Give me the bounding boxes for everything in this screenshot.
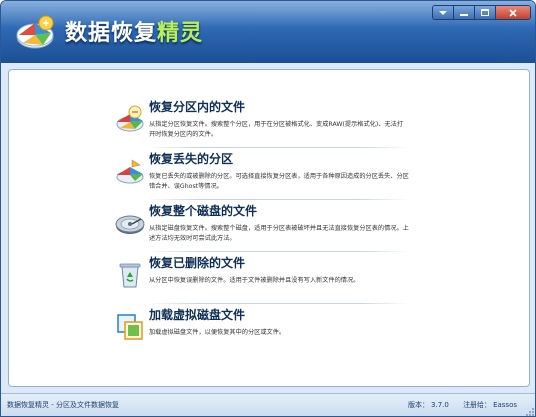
minimize-icon [460, 13, 468, 16]
divider [147, 303, 409, 304]
close-button[interactable] [495, 6, 530, 19]
main-panel: 恢复分区内的文件 从指定分区恢复文件。搜索整个分区，用于在分区被格式化、变成RA… [8, 69, 530, 387]
window-controls [432, 5, 531, 20]
menu-item-description: 加载虚拟磁盘文件，以便恢复其中的分区或文件。 [149, 329, 286, 336]
status-bar: 数据恢复精灵 - 分区及文件数据恢复 版本： 3.7.0 注册给： Eassos [1, 393, 535, 417]
menu-item-description: 从指定磁盘恢复文件。搜索整个磁盘，适用于分区表被破坏并且无法直接恢复分区表的情况… [149, 225, 409, 242]
status-version-info: 版本： 3.7.0 注册给： Eassos [406, 400, 517, 410]
divider [147, 199, 409, 200]
menu-item-recover-lost-partition[interactable]: 恢复丢失的分区 恢复已丢失的或被删除的分区。可选择直接恢复分区表，适用于各种原因… [116, 152, 409, 192]
registered-value: Eassos [493, 401, 517, 409]
menu-item-title: 恢复分区内的文件 [149, 100, 246, 114]
divider [147, 251, 409, 252]
version-label: 版本： [408, 401, 430, 409]
partition-files-icon [116, 105, 144, 132]
title-bar[interactable]: 数据恢复精灵 [1, 1, 535, 63]
menu-item-recover-deleted-files[interactable]: 恢复已删除的文件 从分区中恢复误删除的文件。适用于文件被删除并且没有写入新文件的… [119, 256, 409, 288]
menu-item-recover-whole-disk[interactable]: 恢复整个磁盘的文件 从指定磁盘恢复文件。搜索整个磁盘，适用于分区表被破坏并且无法… [115, 204, 409, 244]
lost-partition-icon [116, 159, 144, 184]
divider [147, 147, 409, 148]
recycle-bin-icon [119, 263, 141, 288]
dropdown-arrow-icon [439, 10, 447, 15]
menu-item-recover-partition-files[interactable]: 恢复分区内的文件 从指定分区恢复文件。搜索整个分区，用于在分区被格式化、变成RA… [116, 100, 409, 140]
menu-button[interactable] [433, 6, 453, 19]
app-title-accent: 精灵 [157, 21, 204, 46]
menu-item-title: 恢复整个磁盘的文件 [149, 204, 258, 218]
resize-grip-icon[interactable] [525, 407, 535, 417]
registered-label: 注册给： [463, 401, 492, 409]
app-logo-icon [16, 15, 54, 49]
virtual-disk-icon [117, 314, 143, 340]
status-app-description: 数据恢复精灵 - 分区及文件数据恢复 [7, 401, 119, 409]
menu-item-title: 恢复丢失的分区 [149, 152, 234, 166]
whole-disk-icon [115, 215, 145, 234]
menu-item-load-virtual-disk[interactable]: 加载虚拟磁盘文件 加载虚拟磁盘文件，以便恢复其中的分区或文件。 [117, 308, 409, 340]
menu-item-description: 恢复已丢失的或被删除的分区。可选择直接恢复分区表，适用于各种原因造成的分区丢失、… [149, 173, 409, 190]
app-title-prefix: 数据恢复 [65, 21, 158, 46]
menu-item-title: 加载虚拟磁盘文件 [149, 308, 246, 322]
maximize-button[interactable] [474, 6, 495, 19]
app-title: 数据恢复精灵 [65, 15, 203, 47]
maximize-icon [481, 9, 489, 16]
version-value: 3.7.0 [431, 401, 449, 409]
app-window: 数据恢复精灵 恢复分区内的文件 从指定分区恢复文件。搜索整个分区，用于在分区被格… [0, 0, 536, 417]
menu-item-description: 从分区中恢复误删除的文件。适用于文件被删除并且没有写入新文件的情况。 [149, 277, 360, 284]
menu-item-title: 恢复已删除的文件 [149, 256, 246, 270]
minimize-button[interactable] [453, 6, 474, 19]
menu-item-description: 从指定分区恢复文件。搜索整个分区，用于在分区被格式化、变成RAW(提示格式化)、… [149, 121, 404, 138]
close-icon [509, 8, 517, 17]
